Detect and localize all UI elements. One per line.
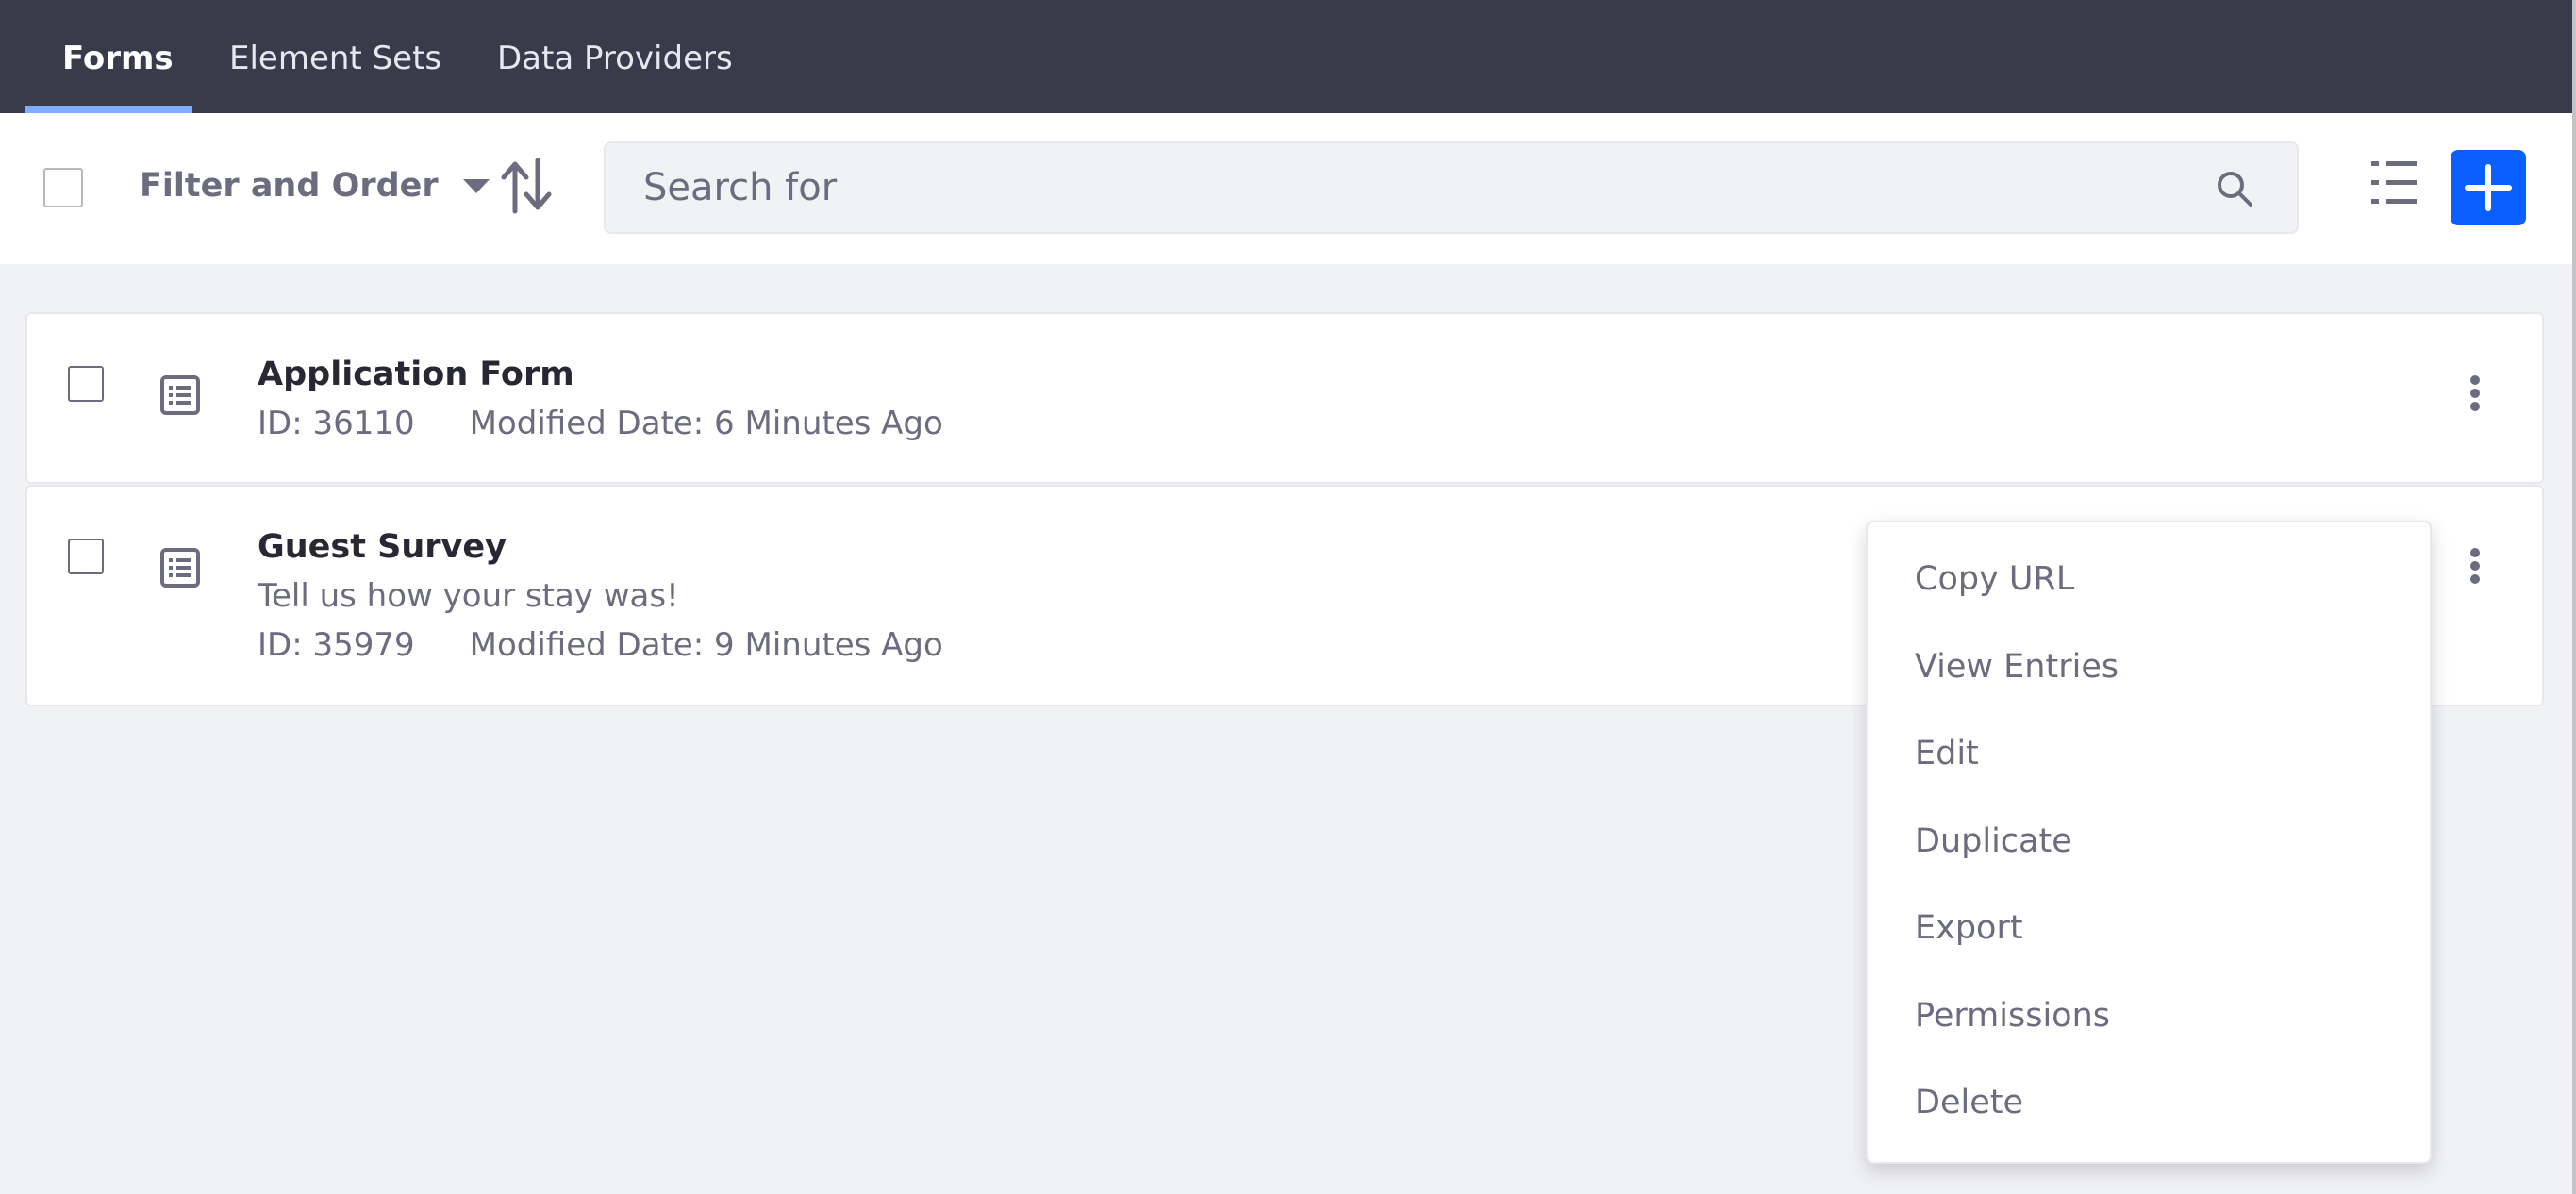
caret-down-icon: [462, 178, 490, 193]
menu-item-delete[interactable]: Delete: [1868, 1059, 2430, 1147]
filter-and-order-label: Filter and Order: [140, 167, 439, 205]
active-tab-indicator: [25, 106, 192, 113]
actions-dropdown-menu: Copy URL View Entries Edit Duplicate Exp…: [1866, 521, 2432, 1164]
sort-button[interactable]: [500, 157, 553, 215]
top-navigation: Forms Element Sets Data Providers: [0, 0, 2572, 113]
list-view-icon: [2371, 161, 2417, 204]
form-id: ID: 36110: [258, 405, 415, 442]
kebab-menu-icon: [2470, 548, 2480, 584]
actions-button[interactable]: [2461, 369, 2514, 429]
search-icon[interactable]: [2216, 170, 2253, 207]
tab-data-providers[interactable]: Data Providers: [497, 0, 733, 113]
sort-arrows-icon: [501, 158, 552, 214]
search-input[interactable]: [641, 143, 2151, 232]
form-meta: ID: 35979 Modified Date: 9 Minutes Ago: [258, 626, 943, 664]
tab-element-sets[interactable]: Element Sets: [229, 0, 441, 113]
page-scrollbar[interactable]: [2572, 0, 2576, 1194]
form-title[interactable]: Guest Survey: [258, 528, 507, 566]
menu-item-view-entries[interactable]: View Entries: [1868, 623, 2430, 711]
display-style-button[interactable]: [2369, 157, 2418, 209]
menu-item-export[interactable]: Export: [1868, 885, 2430, 972]
form-icon: [160, 375, 200, 415]
row-checkbox[interactable]: [68, 366, 104, 402]
form-modified-date: Modified Date: 9 Minutes Ago: [469, 626, 943, 664]
form-id: ID: 35979: [258, 626, 415, 664]
select-all-checkbox[interactable]: [43, 168, 83, 207]
form-description: Tell us how your stay was!: [258, 577, 679, 615]
search-box: [604, 141, 2299, 234]
management-toolbar: Filter and Order: [0, 113, 2572, 264]
form-icon: [160, 548, 200, 588]
form-card: Application Form ID: 36110 Modified Date:…: [25, 312, 2544, 484]
plus-icon: [2465, 164, 2512, 211]
menu-item-duplicate[interactable]: Duplicate: [1868, 798, 2430, 886]
form-meta: ID: 36110 Modified Date: 6 Minutes Ago: [258, 405, 943, 442]
add-button[interactable]: [2451, 150, 2526, 225]
form-title[interactable]: Application Form: [258, 356, 574, 393]
filter-and-order-button[interactable]: Filter and Order: [140, 157, 490, 215]
menu-item-permissions[interactable]: Permissions: [1868, 972, 2430, 1060]
row-checkbox[interactable]: [68, 539, 104, 574]
kebab-menu-icon: [2470, 375, 2480, 411]
form-modified-date: Modified Date: 6 Minutes Ago: [469, 405, 943, 442]
tab-forms[interactable]: Forms: [62, 0, 174, 113]
menu-item-edit[interactable]: Edit: [1868, 710, 2430, 798]
menu-item-copy-url[interactable]: Copy URL: [1868, 536, 2430, 623]
actions-button[interactable]: [2461, 541, 2514, 602]
